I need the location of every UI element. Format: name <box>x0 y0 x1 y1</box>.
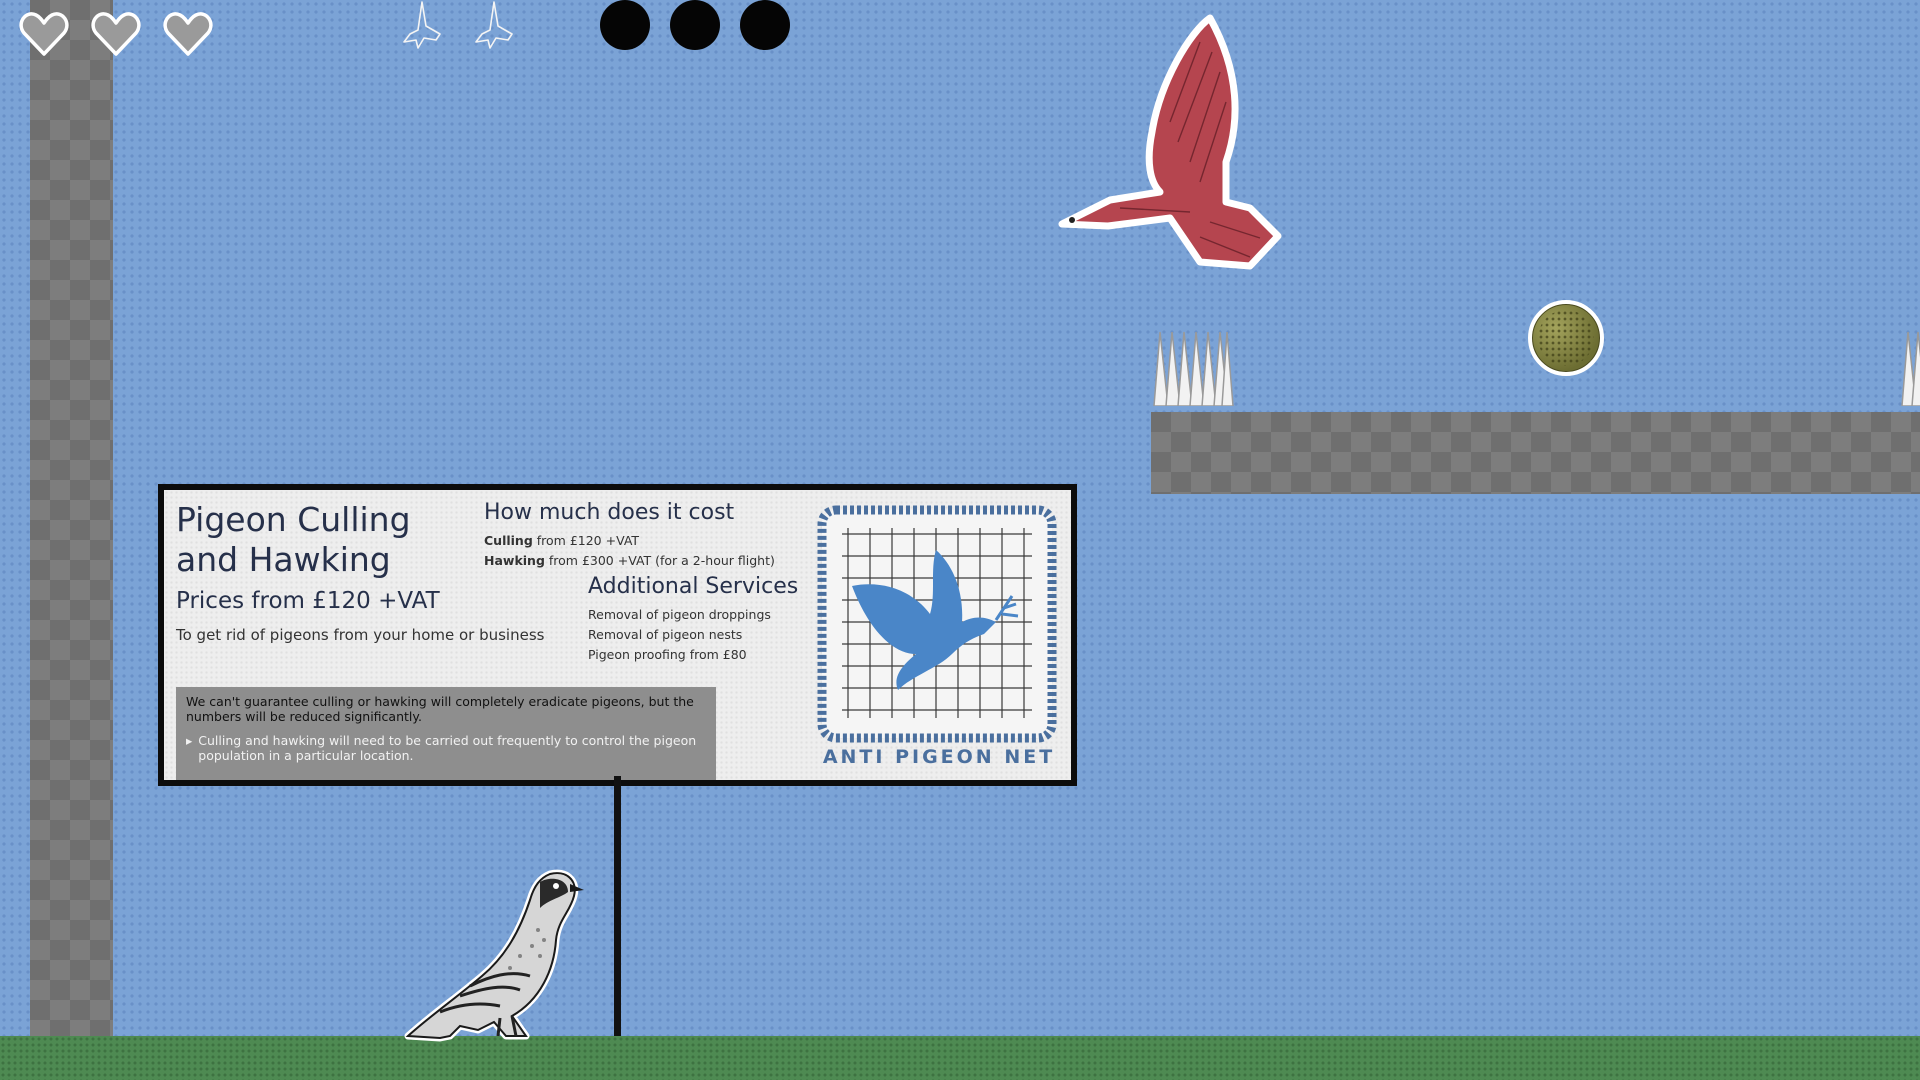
falcon-sprite <box>1058 14 1282 270</box>
seed-ball-pickup <box>1528 300 1604 376</box>
billboard-price: Prices from £120 +VAT <box>176 588 440 614</box>
sign-post <box>614 776 621 1036</box>
additional-item-label: Removal of pigeon droppings <box>588 607 771 622</box>
ammo-dot <box>600 0 650 50</box>
additional-item-text: from £80 <box>689 647 747 662</box>
spikes-icon <box>1153 331 1234 406</box>
billboard-title: Pigeon Culling and Hawking <box>176 500 411 579</box>
lives-hearts <box>18 8 214 60</box>
cost-item-label: Hawking <box>484 553 545 568</box>
cost-heading: How much does it cost <box>484 500 735 525</box>
billboard-tagline: To get rid of pigeons from your home or … <box>176 626 545 644</box>
additional-item-label: Removal of pigeon nests <box>588 627 743 642</box>
disclaimer-bullet: ▸ Culling and hawking will need to be ca… <box>186 733 706 763</box>
grass-ground <box>0 1036 1920 1080</box>
triangle-bullet-icon: ▸ <box>186 733 193 748</box>
spikes-icon <box>1901 331 1920 406</box>
heart-icon <box>91 12 141 56</box>
bird-outline-icon <box>475 1 513 49</box>
logo-caption: ANTI PIGEON NET <box>822 746 1056 768</box>
heart-icon <box>163 12 213 56</box>
cost-item: Culling from £120 +VAT <box>484 533 639 548</box>
additional-item: Pigeon proofing from £80 <box>588 647 747 662</box>
cost-item: Hawking from £300 +VAT (for a 2-hour fli… <box>484 553 775 568</box>
disclaimer-text: We can't guarantee culling or hawking wi… <box>186 694 694 724</box>
additional-item: Removal of pigeon droppings <box>588 607 771 622</box>
bird-counter <box>396 0 520 52</box>
disclaimer-bullet-text: Culling and hawking will need to be carr… <box>198 733 697 763</box>
bird-outline-icon <box>403 1 441 49</box>
additional-item-label: Pigeon proofing <box>588 647 686 662</box>
additional-item: Removal of pigeon nests <box>588 627 742 642</box>
ammo-dots <box>600 0 790 50</box>
billboard-sign: Pigeon Culling and Hawking Prices from £… <box>158 484 1077 786</box>
left-wall-pillar <box>30 0 113 1036</box>
stone-platform <box>1151 412 1920 494</box>
pigeon-sprite <box>404 869 584 1042</box>
cost-item-text: from £300 +VAT (for a 2-hour flight) <box>548 553 775 568</box>
disclaimer-box: We can't guarantee culling or hawking wi… <box>176 687 716 780</box>
ammo-dot <box>740 0 790 50</box>
cost-item-text: from £120 +VAT <box>536 533 640 548</box>
additional-heading: Additional Services <box>588 574 799 599</box>
cost-item-label: Culling <box>484 533 533 548</box>
anti-pigeon-net-logo <box>817 505 1057 743</box>
heart-icon <box>19 12 69 56</box>
ammo-dot <box>670 0 720 50</box>
